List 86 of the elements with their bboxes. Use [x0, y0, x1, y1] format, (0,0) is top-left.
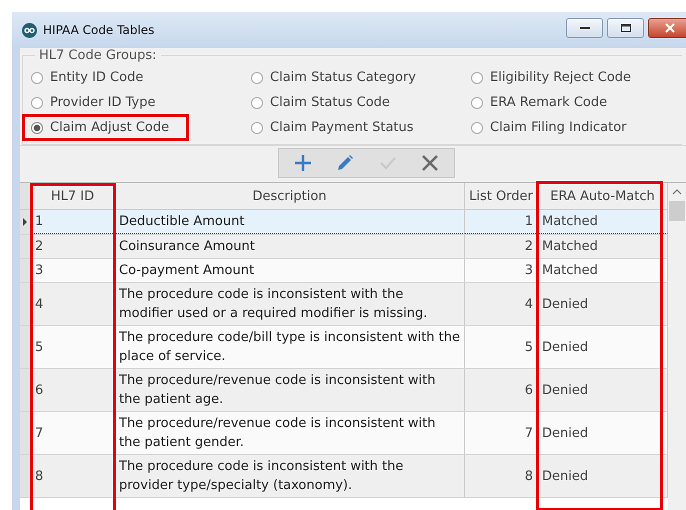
- table-cell: 6: [31, 369, 115, 411]
- column-header[interactable]: HL7 ID: [31, 183, 115, 209]
- table-cell: 3: [465, 259, 538, 282]
- table-cell: 3: [31, 259, 115, 282]
- radio-option[interactable]: Claim Adjust Code: [31, 115, 251, 140]
- radio-label: Entity ID Code: [50, 70, 144, 85]
- table-cell: The procedure code is inconsistent with the modifier used or a required modifier is missing.: [115, 283, 465, 325]
- close-icon: [420, 154, 439, 172]
- table-cell: 5: [465, 326, 538, 368]
- radio-button[interactable]: [251, 96, 263, 108]
- table-cell: 6: [465, 369, 538, 411]
- radio-label: Claim Adjust Code: [50, 120, 170, 135]
- table-row[interactable]: 8 The procedure code is inconsistent with the provider type/specialty (taxonomy). 8 Denied: [20, 455, 668, 498]
- table-cell: Matched: [538, 210, 668, 234]
- radio-option[interactable]: Claim Status Category: [251, 65, 471, 90]
- radio-label: Claim Payment Status: [270, 120, 414, 135]
- table-cell: Coinsurance Amount: [115, 235, 465, 258]
- window-title: HIPAA Code Tables: [43, 23, 154, 37]
- table-row[interactable]: 2 Coinsurance Amount 2 Matched: [20, 235, 668, 259]
- radio-button[interactable]: [31, 122, 43, 134]
- row-header[interactable]: [20, 210, 31, 234]
- row-header[interactable]: [20, 259, 31, 282]
- table-row[interactable]: 3 Co-payment Amount 3 Matched: [20, 259, 668, 283]
- radio-button[interactable]: [471, 122, 483, 134]
- radio-button[interactable]: [251, 122, 263, 134]
- radio-option[interactable]: Entity ID Code: [31, 65, 251, 90]
- table-row[interactable]: 4 The procedure code is inconsistent with the modifier used or a required modifier is missing. 4 Denied: [20, 283, 668, 326]
- radio-option[interactable]: Claim Payment Status: [251, 115, 471, 140]
- scrollbar-thumb[interactable]: [669, 201, 685, 221]
- radio-label: Provider ID Type: [50, 95, 156, 110]
- minimize-button[interactable]: [566, 18, 603, 38]
- radio-label: Claim Status Code: [270, 95, 390, 110]
- radio-option[interactable]: Provider ID Type: [31, 90, 251, 115]
- row-header[interactable]: [20, 369, 31, 411]
- group-label: HL7 Code Groups:: [38, 48, 158, 63]
- maximize-button[interactable]: [607, 18, 644, 38]
- table-row[interactable]: 6 The procedure/revenue code is inconsistent with the patient age. 6 Denied: [20, 369, 668, 412]
- table-row[interactable]: 5 The procedure code/bill type is inconsistent with the place of service. 5 Denied: [20, 326, 668, 369]
- column-header[interactable]: Description: [115, 183, 465, 209]
- table-cell: 1: [465, 210, 538, 234]
- close-button[interactable]: [648, 18, 686, 38]
- row-header[interactable]: [20, 235, 31, 258]
- minimize-icon: [580, 26, 590, 30]
- table-cell: 2: [465, 235, 538, 258]
- table-cell: 8: [465, 455, 538, 497]
- pencil-icon: [336, 154, 354, 172]
- radio-button[interactable]: [251, 72, 263, 84]
- row-header[interactable]: [20, 283, 31, 325]
- radio-label: Claim Status Category: [270, 70, 416, 85]
- table-cell: 8: [31, 455, 115, 497]
- radio-option[interactable]: Eligibility Reject Code: [471, 65, 632, 90]
- radio-label: Eligibility Reject Code: [490, 70, 632, 85]
- radio-button[interactable]: [471, 72, 483, 84]
- table-row[interactable]: 1 Deductible Amount 1 Matched: [20, 210, 668, 235]
- app-logo-icon: [22, 22, 37, 38]
- table-cell: The procedure/revenue code is inconsistent with the patient age.: [115, 369, 465, 411]
- row-header[interactable]: [20, 412, 31, 454]
- radio-label: Claim Filing Indicator: [490, 120, 626, 135]
- radio-label: ERA Remark Code: [490, 95, 608, 110]
- radio-option[interactable]: Claim Status Code: [251, 90, 471, 115]
- table-cell: 1: [31, 210, 115, 234]
- table-cell: The procedure code is inconsistent with the provider type/specialty (taxonomy).: [115, 455, 465, 497]
- radio-button[interactable]: [31, 96, 43, 108]
- table-cell: 5: [31, 326, 115, 368]
- table-cell: 2: [31, 235, 115, 258]
- table-row[interactable]: 7 The procedure/revenue code is inconsistent with the patient gender. 7 Denied: [20, 412, 668, 455]
- table-cell: Deductible Amount: [115, 210, 465, 234]
- maximize-icon: [620, 24, 630, 32]
- table-cell: 7: [465, 412, 538, 454]
- table-cell: 4: [465, 283, 538, 325]
- table-cell: 7: [31, 412, 115, 454]
- table-cell: The procedure/revenue code is inconsistent with the patient gender.: [115, 412, 465, 454]
- radio-button[interactable]: [31, 72, 43, 84]
- row-header[interactable]: [20, 326, 31, 368]
- row-header[interactable]: [20, 455, 31, 497]
- radio-option[interactable]: ERA Remark Code: [471, 90, 632, 115]
- radio-button[interactable]: [471, 96, 483, 108]
- close-icon: [665, 23, 675, 33]
- plus-icon: [294, 154, 312, 172]
- scroll-up-icon[interactable]: [672, 189, 682, 195]
- column-header[interactable]: List Order: [465, 183, 538, 209]
- radio-option[interactable]: Claim Filing Indicator: [471, 115, 632, 140]
- current-row-icon: [23, 218, 27, 226]
- table-cell: The procedure code/bill type is inconsistent with the place of service.: [115, 326, 465, 368]
- table-cell: 4: [31, 283, 115, 325]
- table-cell: Co-payment Amount: [115, 259, 465, 282]
